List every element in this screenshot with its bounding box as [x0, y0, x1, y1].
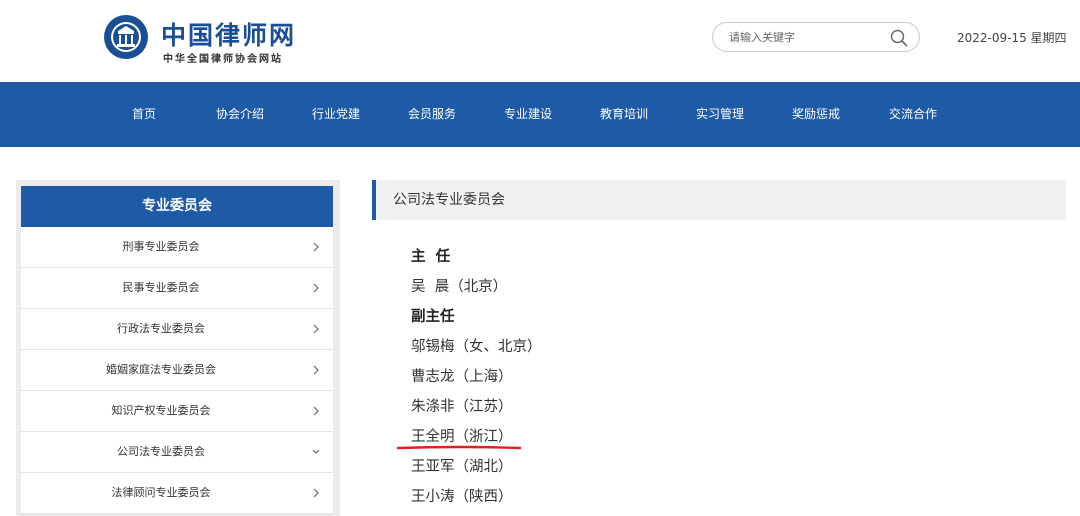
member-name: 王小涛（陕西） — [411, 489, 513, 505]
sidebar-item-intellectual-property[interactable]: 知识产权专业委员会 — [21, 391, 333, 432]
chevron-right-icon — [313, 365, 319, 375]
sidebar-item-label: 婚姻家庭法专业委员会 — [106, 363, 216, 376]
sidebar-item-criminal[interactable]: 刑事专业委员会 — [21, 227, 333, 268]
nav-item-party-building[interactable]: 行业党建 — [306, 82, 366, 147]
search-box — [712, 22, 920, 52]
member-name: 邬锡梅（女、北京） — [411, 339, 542, 355]
site-logo[interactable]: 中国律师网 中华全国律师协会网站 — [103, 12, 294, 68]
sidebar: 专业委员会 刑事专业委员会 民事专业委员会 行政法专业委员会 婚姻家庭法专业委员… — [16, 180, 340, 516]
sidebar-item-administrative-law[interactable]: 行政法专业委员会 — [21, 309, 333, 350]
sidebar-item-label: 民事专业委员会 — [122, 281, 200, 294]
nav-item-professional[interactable]: 专业建设 — [498, 82, 558, 147]
sidebar-item-family-law[interactable]: 婚姻家庭法专业委员会 — [21, 350, 333, 391]
chevron-right-icon — [313, 242, 319, 252]
main-nav: 首页 协会介绍 行业党建 会员服务 专业建设 教育培训 实习管理 奖励惩戒 交流… — [0, 82, 1080, 147]
sidebar-item-civil[interactable]: 民事专业委员会 — [21, 268, 333, 309]
site-header: 中国律师网 中华全国律师协会网站 2022-09-15 星期四 — [0, 0, 1080, 82]
nav-item-member-services[interactable]: 会员服务 — [402, 82, 462, 147]
red-underline-annotation — [397, 445, 521, 450]
member-name: 吴 晨（北京） — [411, 279, 508, 295]
member-name: 朱涤非（江苏） — [411, 399, 513, 415]
sidebar-item-legal-counsel[interactable]: 法律顾问专业委员会 — [21, 473, 333, 514]
chevron-right-icon — [313, 324, 319, 334]
chevron-right-icon — [313, 283, 319, 293]
nav-item-home[interactable]: 首页 — [122, 82, 166, 147]
chevron-right-icon — [313, 488, 319, 498]
sidebar-item-label: 公司法专业委员会 — [117, 445, 205, 458]
chevron-right-icon — [313, 406, 319, 416]
sidebar-item-label: 知识产权专业委员会 — [111, 404, 211, 417]
logo-subtitle: 中华全国律师协会网站 — [163, 54, 283, 65]
content-header: 公司法专业委员会 — [372, 180, 1066, 220]
role-heading-deputy-director: 副主任 — [411, 309, 455, 325]
nav-item-about[interactable]: 协会介绍 — [210, 82, 270, 147]
role-heading-director: 主 任 — [411, 249, 451, 265]
nav-item-internship[interactable]: 实习管理 — [690, 82, 750, 147]
chevron-down-icon — [312, 449, 320, 454]
member-list: 主 任 吴 晨（北京） 副主任 邬锡梅（女、北京） 曹志龙（上海） 朱涤非（江苏… — [411, 242, 711, 512]
search-icon[interactable] — [889, 28, 909, 48]
sidebar-item-label: 刑事专业委员会 — [122, 240, 200, 253]
sidebar-item-label: 行政法专业委员会 — [117, 322, 205, 335]
sidebar-item-label: 法律顾问专业委员会 — [111, 486, 211, 499]
page-title: 公司法专业委员会 — [393, 192, 505, 208]
nav-item-rewards-discipline[interactable]: 奖励惩戒 — [786, 82, 846, 147]
nav-item-exchange[interactable]: 交流合作 — [883, 82, 943, 147]
current-date: 2022-09-15 星期四 — [957, 31, 1067, 45]
committee-list: 刑事专业委员会 民事专业委员会 行政法专业委员会 婚姻家庭法专业委员会 知识产权… — [21, 227, 333, 514]
lawyers-association-emblem-icon — [104, 15, 148, 59]
logo-title: 中国律师网 — [161, 21, 297, 50]
member-name: 曹志龙（上海） — [411, 369, 513, 385]
sidebar-title: 专业委员会 — [21, 186, 333, 227]
member-name: 王亚军（湖北） — [411, 459, 513, 475]
search-input[interactable] — [729, 27, 879, 47]
sidebar-item-company-law[interactable]: 公司法专业委员会 — [21, 432, 333, 473]
nav-item-education[interactable]: 教育培训 — [594, 82, 654, 147]
